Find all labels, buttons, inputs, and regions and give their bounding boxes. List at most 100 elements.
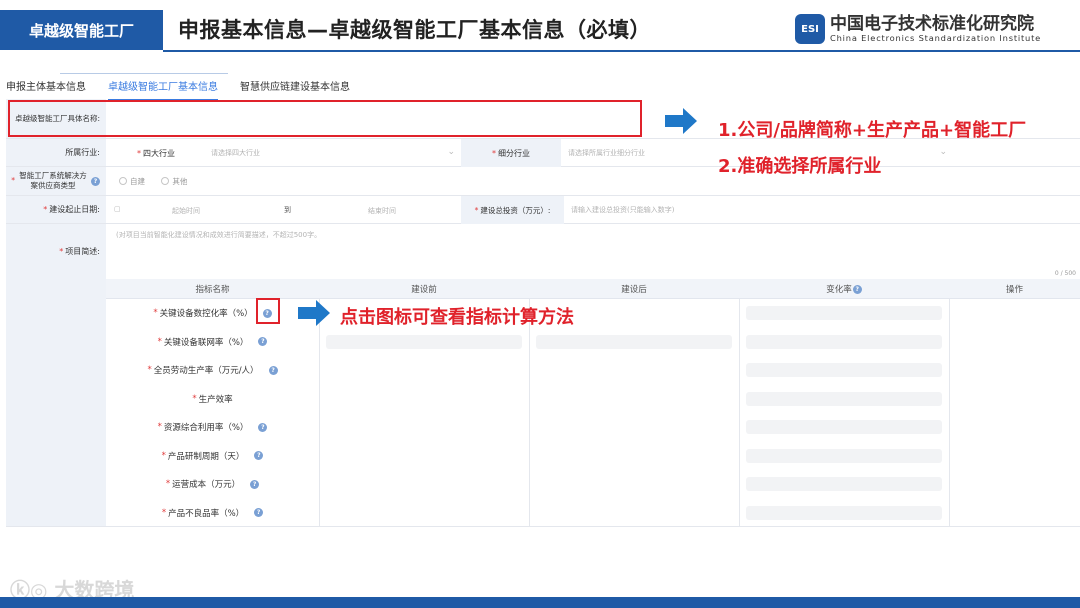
indicator-name: 产品不良品率（%） xyxy=(168,508,245,519)
chevron-down-icon: ⌄ xyxy=(447,147,455,157)
date-investment-row: * 建设起止日期: ▢ 起始时间 到 结束时间 * 建设总投资（万元）: 请输入建设… xyxy=(6,196,1080,224)
indicator-name: 关键设备联网率（%） xyxy=(163,337,249,348)
four-industry-label-wrap: * 四大行业 xyxy=(106,139,206,167)
date-label: 建设起止日期: xyxy=(49,204,100,214)
required-mark: * xyxy=(474,205,479,215)
help-icon[interactable]: ? xyxy=(268,365,278,375)
annotation-note-2: 2.准确选择所属行业 xyxy=(718,156,882,177)
investment-input[interactable]: 请输入建设总投资(只能输入数字) xyxy=(571,205,674,215)
change-rate-field[interactable] xyxy=(746,448,942,463)
before-value-input[interactable] xyxy=(320,385,528,413)
date-end-placeholder: 结束时间 xyxy=(368,207,396,215)
table-header: 指标名称 建设前 建设后 变化率? 操作 xyxy=(106,279,1080,299)
form-tabs: 申报主体基本信息 卓越级智能工厂基本信息 智慧供应链建设基本信息 xyxy=(6,78,372,100)
before-value-input[interactable] xyxy=(320,356,528,384)
change-rate-field[interactable] xyxy=(746,477,942,491)
summary-label-wrap: * 项目简述: xyxy=(6,224,106,280)
radio-other-label: 其他 xyxy=(172,177,188,186)
help-icon[interactable]: ? xyxy=(254,451,264,461)
indicator-name-cell: * 产品研制周期（天）? xyxy=(106,442,319,471)
four-industry-placeholder: 请选择四大行业 xyxy=(211,149,260,157)
chevron-down-icon: ⌄ xyxy=(939,147,947,157)
help-icon[interactable]: ? xyxy=(250,479,260,489)
before-value-input[interactable] xyxy=(320,413,528,441)
col-indicator-name: 指标名称 xyxy=(195,285,230,295)
date-start-placeholder: 起始时间 xyxy=(172,207,200,215)
indicator-name-cell: * 全员劳动生产率（万元/人）? xyxy=(106,356,319,385)
indicator-name: 全员劳动生产率（万元/人） xyxy=(153,366,259,377)
change-rate-field[interactable] xyxy=(746,363,942,377)
solution-type-row: * 智能工厂系统解决方案供应商类型 ? 自建 其他 xyxy=(6,167,1080,196)
tab-factory-info[interactable]: 卓越级智能工厂基本信息 xyxy=(108,78,218,100)
after-value-input[interactable] xyxy=(530,442,738,470)
after-value-input[interactable] xyxy=(536,334,732,349)
table-row: * 运营成本（万元）? xyxy=(106,470,1080,499)
indicator-name-cell: * 关键设备联网率（%）? xyxy=(106,328,319,357)
required-mark: * xyxy=(153,308,158,319)
date-to-label: 到 xyxy=(284,206,291,214)
change-rate-field[interactable] xyxy=(746,306,942,320)
highlight-factory-name-box xyxy=(8,100,642,137)
date-range-picker[interactable]: ▢ 起始时间 到 结束时间 xyxy=(106,196,461,224)
indicator-name: 产品研制周期（天） xyxy=(167,451,245,462)
col-change-rate-wrap: 变化率? xyxy=(739,279,949,299)
required-mark: * xyxy=(161,450,166,461)
industry-label: 所属行业: xyxy=(6,139,106,166)
help-icon[interactable]: ? xyxy=(258,422,268,432)
four-industry-select[interactable]: 请选择四大行业 ⌄ xyxy=(211,139,461,167)
highlight-help-icon-box xyxy=(256,298,280,324)
investment-label: 建设总投资（万元）: xyxy=(480,205,551,215)
indicator-name: 生产效率 xyxy=(198,394,233,405)
help-icon[interactable]: ? xyxy=(852,284,862,294)
required-mark: * xyxy=(147,365,152,376)
logo-english-name: China Electronics Standardization Instit… xyxy=(830,33,1042,43)
indicator-name-cell: * 资源综合利用率（%）? xyxy=(106,413,319,442)
solution-type-label-wrap: * 智能工厂系统解决方案供应商类型 ? xyxy=(6,167,106,195)
sub-industry-label: 细分行业 xyxy=(498,148,530,158)
four-industry-label: 四大行业 xyxy=(143,148,175,158)
change-rate-field[interactable] xyxy=(746,505,942,520)
slide: 卓越级智能工厂 申报基本信息—卓越级智能工厂基本信息（必填） ESI 中国电子技… xyxy=(0,0,1080,608)
sub-industry-label-wrap: * 细分行业 xyxy=(461,139,561,167)
after-value-input[interactable] xyxy=(530,356,738,384)
change-rate-field[interactable] xyxy=(746,420,942,434)
arrow-right-icon xyxy=(298,300,330,326)
before-value-input[interactable] xyxy=(326,334,522,349)
solution-type-label: 智能工厂系统解决方案供应商类型 xyxy=(19,171,87,190)
radio-other[interactable]: 其他 xyxy=(161,177,187,186)
header-divider xyxy=(163,50,1080,52)
table-row: * 全员劳动生产率（万元/人）? xyxy=(106,356,1080,385)
help-icon[interactable]: ? xyxy=(258,337,268,347)
tab-applicant-info[interactable]: 申报主体基本信息 xyxy=(6,78,86,100)
sub-industry-placeholder: 请选择所属行业细分行业 xyxy=(568,149,645,157)
before-value-input[interactable] xyxy=(320,499,528,527)
summary-textarea[interactable]: (对项目当前智能化建设情况和成效进行简要描述，不超过500字。 0 / 500 xyxy=(106,224,1080,281)
tab-indicator-line xyxy=(60,73,228,74)
table-bottom-border xyxy=(6,526,1080,527)
after-value-input[interactable] xyxy=(530,499,738,527)
table-row: * 生产效率 xyxy=(106,385,1080,414)
change-rate-field[interactable] xyxy=(746,391,942,406)
help-icon[interactable]: ? xyxy=(254,508,264,518)
radio-circle-icon xyxy=(161,177,170,185)
after-value-input[interactable] xyxy=(530,413,738,441)
investment-label-wrap: * 建设总投资（万元）: xyxy=(461,196,564,224)
calendar-icon: ▢ xyxy=(114,205,121,213)
indicator-name: 资源综合利用率（%） xyxy=(163,423,249,434)
radio-self-built[interactable]: 自建 xyxy=(119,177,145,186)
indicator-name-cell: * 运营成本（万元）? xyxy=(106,470,319,499)
required-mark: * xyxy=(157,422,162,433)
institute-logo: ESI 中国电子技术标准化研究院 China Electronics Stand… xyxy=(795,14,1041,44)
radio-circle-icon xyxy=(119,177,127,185)
change-rate-field[interactable] xyxy=(746,334,942,349)
before-value-input[interactable] xyxy=(320,442,528,470)
help-icon[interactable]: ? xyxy=(91,176,100,186)
logo-chinese-name: 中国电子技术标准化研究院 xyxy=(830,14,1034,34)
after-value-input[interactable] xyxy=(530,470,738,498)
required-mark: * xyxy=(59,247,64,256)
table-body: * 关键设备数控化率（%）? * 关键设备联网率（%）? * 全员劳动生产率（万元/人）?… xyxy=(106,299,1080,527)
before-value-input[interactable] xyxy=(320,470,528,498)
indicator-name: 运营成本（万元） xyxy=(172,480,241,491)
tab-supply-chain-info[interactable]: 智慧供应链建设基本信息 xyxy=(240,78,350,100)
after-value-input[interactable] xyxy=(530,385,738,413)
